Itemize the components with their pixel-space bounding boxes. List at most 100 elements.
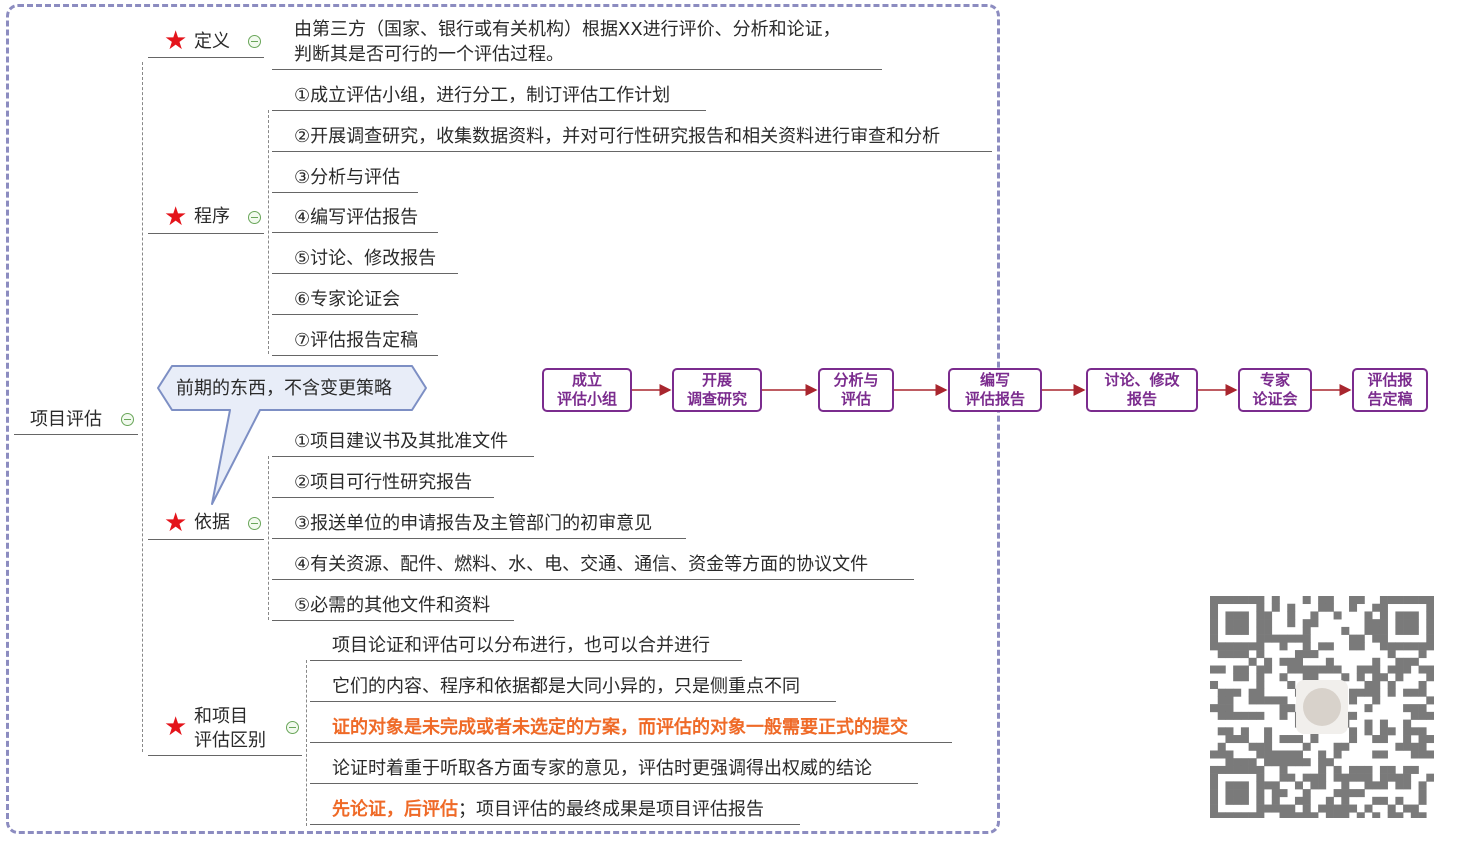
qr-module: [1356, 634, 1365, 643]
qr-module: [1225, 626, 1234, 635]
qr-module: [1379, 603, 1388, 612]
qr-module: [1287, 758, 1296, 767]
qr-module: [1395, 673, 1404, 682]
qr-module: [1217, 688, 1226, 697]
qr-module: [1302, 642, 1311, 651]
qr-module: [1233, 796, 1242, 805]
qr-module: [1387, 680, 1396, 689]
qr-module: [1264, 626, 1273, 635]
qr-module: [1356, 596, 1365, 605]
qr-module: [1217, 750, 1226, 759]
qr-module: [1426, 711, 1434, 720]
qr-module: [1333, 665, 1342, 674]
qr-module: [1356, 688, 1365, 697]
qr-module: [1225, 704, 1234, 713]
qr-module: [1271, 781, 1280, 790]
qr-module: [1279, 804, 1288, 813]
qr-module: [1387, 665, 1396, 674]
qr-module: [1233, 642, 1242, 651]
qr-module: [1325, 758, 1334, 767]
qr-module: [1264, 750, 1273, 759]
qr-module: [1256, 750, 1265, 759]
qr-module: [1256, 673, 1265, 682]
qr-module: [1341, 673, 1350, 682]
qr-module: [1387, 773, 1396, 782]
qr-module: [1379, 796, 1388, 805]
qr-module: [1302, 634, 1311, 643]
qr-module: [1403, 657, 1412, 666]
qr-module: [1256, 611, 1265, 620]
qr-module: [1418, 789, 1427, 798]
qr-module: [1279, 789, 1288, 798]
qr-module: [1279, 634, 1288, 643]
qr-module: [1294, 758, 1303, 767]
qr-module: [1325, 665, 1334, 674]
qr-module: [1364, 765, 1373, 774]
qr-module: [1379, 596, 1388, 605]
qr-module: [1426, 665, 1434, 674]
qr-module: [1372, 781, 1381, 790]
qr-module: [1418, 742, 1427, 751]
qr-module: [1302, 742, 1311, 751]
qr-module: [1364, 719, 1373, 728]
qr-module: [1349, 696, 1358, 705]
qr-module: [1372, 619, 1381, 628]
qr-module: [1356, 642, 1365, 651]
qr-module: [1426, 750, 1434, 759]
qr-module: [1372, 688, 1381, 697]
qr-module: [1210, 765, 1219, 774]
qr-module: [1403, 596, 1412, 605]
qr-module: [1302, 665, 1311, 674]
qr-module: [1403, 704, 1412, 713]
qr-module: [1225, 796, 1234, 805]
qr-module: [1225, 650, 1234, 659]
qr-module: [1256, 804, 1265, 813]
qr-module: [1410, 626, 1419, 635]
qr-module: [1387, 596, 1396, 605]
qr-module: [1271, 796, 1280, 805]
qr-module: [1248, 688, 1257, 697]
qr-module: [1372, 665, 1381, 674]
qr-module: [1387, 727, 1396, 736]
qr-module: [1426, 673, 1434, 682]
qr-module: [1279, 758, 1288, 767]
qr-module: [1387, 642, 1396, 651]
qr-module: [1325, 603, 1334, 612]
qr-module: [1240, 642, 1249, 651]
qr-module: [1395, 657, 1404, 666]
qr-module: [1287, 750, 1296, 759]
qr-module: [1256, 650, 1265, 659]
qr-module: [1379, 719, 1388, 728]
qr-module: [1318, 781, 1327, 790]
qr-module: [1287, 634, 1296, 643]
qr-module: [1256, 773, 1265, 782]
qr-module: [1410, 765, 1419, 774]
qr-module: [1279, 735, 1288, 744]
qr-module: [1240, 626, 1249, 635]
qr-module: [1403, 804, 1412, 813]
qr-module: [1333, 789, 1342, 798]
qr-module: [1279, 812, 1288, 818]
qr-module: [1240, 765, 1249, 774]
qr-module: [1233, 611, 1242, 620]
qr-module: [1264, 634, 1273, 643]
qr-module: [1349, 688, 1358, 697]
qr-module: [1395, 611, 1404, 620]
qr-module: [1410, 596, 1419, 605]
qr-module: [1379, 773, 1388, 782]
qr-module: [1418, 642, 1427, 651]
qr-module: [1210, 626, 1219, 635]
qr-module: [1395, 781, 1404, 790]
qr-module: [1410, 804, 1419, 813]
qr-module: [1287, 804, 1296, 813]
qr-module: [1233, 650, 1242, 659]
qr-module: [1248, 765, 1257, 774]
qr-module: [1271, 634, 1280, 643]
qr-module: [1310, 781, 1319, 790]
qr-module: [1356, 789, 1365, 798]
qr-module: [1395, 665, 1404, 674]
qr-module: [1364, 626, 1373, 635]
qr-module: [1364, 704, 1373, 713]
qr-module: [1225, 750, 1234, 759]
qr-module: [1410, 750, 1419, 759]
